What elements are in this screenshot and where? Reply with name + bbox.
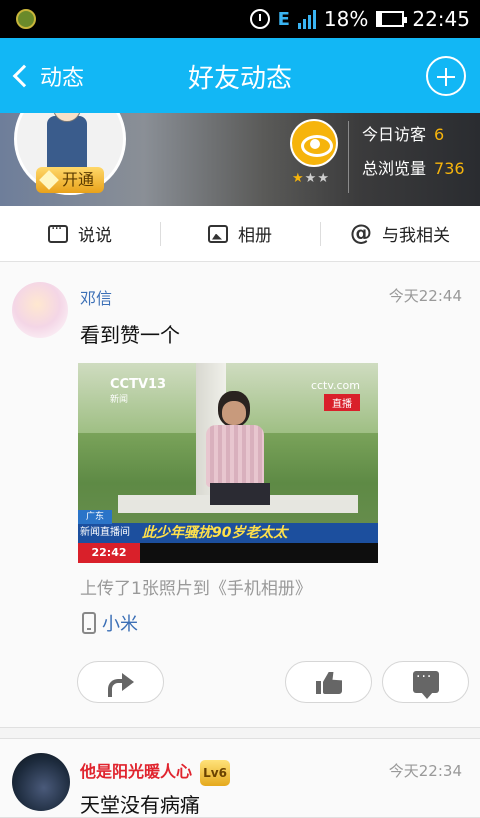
level-badge: Lv6 (200, 759, 231, 786)
news-region: 广东 (78, 510, 113, 524)
battery-percent: 18% (323, 7, 369, 31)
feed-tabs: 说说 相册 @ 与我相关 (0, 206, 480, 262)
profile-cover: 开通 ★★★ 今日访客 6 总浏览量 736 (0, 113, 480, 206)
rating-stars: ★★★ (292, 171, 330, 186)
phone-icon (82, 612, 96, 634)
like-button[interactable] (285, 661, 372, 703)
news-program: 新闻直播间 (80, 527, 130, 538)
visitors-today-label: 今日访客 (362, 125, 427, 144)
device-name: 小米 (102, 614, 138, 635)
eye-icon[interactable] (290, 119, 338, 167)
photo-icon (208, 224, 228, 243)
author-avatar[interactable] (12, 282, 68, 338)
total-views-label: 总浏览量 (362, 159, 427, 178)
chat-bubble-icon (48, 221, 68, 243)
network-type: E (277, 8, 290, 30)
post-text: 天堂没有病痛 (80, 793, 200, 817)
post-photo[interactable]: CCTV13 新闻 cctv.com 直播 广东 新闻直播间 此少年骚扰90岁老太太… (78, 363, 378, 563)
visitors-today-value: 6 (434, 125, 445, 144)
tab-label: 与我相关 (382, 226, 450, 246)
at-icon: @ (350, 220, 372, 246)
total-views-value: 736 (434, 159, 465, 178)
post-time: 今天22:44 (388, 287, 462, 305)
tab-label: 说说 (78, 226, 112, 246)
channel-site: cctv.com 直播 (310, 379, 360, 411)
author-name: 他是阳光暖人心 (80, 762, 193, 781)
tab-album[interactable]: 相册 (160, 206, 320, 261)
upload-note[interactable]: 上传了1张照片到《手机相册》 (80, 574, 312, 599)
tab-mentions[interactable]: @ 与我相关 (320, 206, 480, 261)
feed-post: 邓信 今天22:44 看到赞一个 CCTV13 新闻 cctv.com 直播 广东 … (0, 262, 480, 728)
photo-subject (200, 391, 270, 505)
alarm-clock-icon (249, 9, 270, 29)
author-name-row[interactable]: 他是阳光暖人心 Lv6 (80, 758, 231, 786)
signal-icon (297, 9, 316, 29)
feed-post: 他是阳光暖人心 Lv6 今天22:34 天堂没有病痛 (0, 738, 480, 818)
divider (348, 121, 349, 193)
channel-logo: CCTV13 新闻 (110, 377, 167, 405)
share-icon (108, 673, 134, 697)
total-views[interactable]: 总浏览量 736 (362, 155, 465, 179)
live-badge: 直播 (324, 394, 360, 411)
comment-button[interactable] (382, 661, 469, 703)
tab-label: 相册 (238, 226, 272, 246)
status-indicators: E 18% 22:45 (249, 0, 470, 38)
device-info: 小米 (82, 610, 138, 636)
battery-icon (376, 11, 408, 27)
vip-label: 开通 (62, 170, 95, 189)
notification-app-icon (16, 9, 36, 29)
comment-icon (413, 669, 439, 699)
visitors-today[interactable]: 今日访客 6 (362, 121, 444, 145)
star-icon: ★ (317, 171, 330, 186)
vip-open-button[interactable]: 开通 (36, 167, 105, 193)
clock: 22:45 (412, 7, 470, 31)
feed-list: 邓信 今天22:44 看到赞一个 CCTV13 新闻 cctv.com 直播 广东 … (0, 262, 480, 818)
tab-shuoshuo[interactable]: 说说 (0, 206, 160, 261)
page-title: 好友动态 (187, 64, 292, 94)
post-text: 看到赞一个 (80, 323, 180, 347)
news-headline: 此少年骚扰90岁老太太 (142, 525, 288, 541)
nav-bar: 动态 好友动态 (0, 38, 480, 113)
status-bar: E 18% 22:45 (0, 0, 480, 38)
add-post-button[interactable] (426, 56, 466, 96)
author-name[interactable]: 邓信 (80, 285, 112, 309)
star-icon: ★ (304, 171, 318, 186)
thumbs-up-icon (316, 672, 342, 694)
star-icon: ★ (292, 171, 305, 186)
share-button[interactable] (77, 661, 164, 703)
author-avatar[interactable] (12, 753, 70, 811)
post-time: 今天22:34 (388, 762, 462, 780)
news-clock: 22:42 (78, 543, 140, 563)
